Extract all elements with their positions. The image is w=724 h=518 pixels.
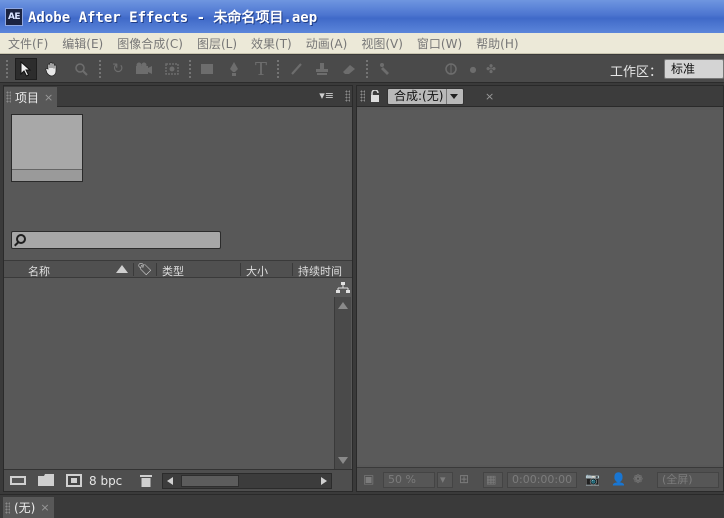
project-column-header: 名称 🏷 类型 大小 持续时间 <box>4 260 352 278</box>
project-horizontal-scrollbar[interactable] <box>162 473 332 489</box>
current-time-display[interactable]: 0:00:00:00 <box>507 472 577 488</box>
menu-view[interactable]: 视图(V) <box>353 35 409 52</box>
flowchart-icon[interactable] <box>335 282 351 296</box>
scrollbar-thumb[interactable] <box>181 475 239 487</box>
scroll-down-arrow-icon[interactable] <box>338 457 348 464</box>
column-type[interactable]: 类型 <box>162 263 184 279</box>
always-preview-icon[interactable]: ▣ <box>363 472 374 486</box>
menu-edit[interactable]: 编辑(E) <box>54 35 109 52</box>
column-size[interactable]: 大小 <box>246 263 268 279</box>
eraser-tool-icon[interactable] <box>338 58 360 80</box>
lock-icon[interactable] <box>370 89 380 105</box>
label-tag-icon[interactable]: 🏷 <box>137 262 152 276</box>
zoom-tool-icon[interactable] <box>70 58 92 80</box>
safe-zones-icon[interactable]: ⊞ <box>459 472 469 486</box>
pan-behind-tool-icon[interactable] <box>161 58 183 80</box>
panel-resize-grip[interactable] <box>345 90 350 102</box>
composition-select[interactable]: 合成:(无) <box>387 88 465 105</box>
resolution-select[interactable]: (全屏) <box>657 472 719 488</box>
puppet-tool-icon[interactable] <box>374 58 396 80</box>
menu-bar: 文件(F) 编辑(E) 图像合成(C) 图层(L) 效果(T) 动画(A) 视图… <box>0 33 724 54</box>
transparency-grid-icon[interactable]: ▦ <box>483 472 503 488</box>
thumbnail-footer <box>12 169 82 181</box>
new-folder-icon[interactable] <box>38 474 54 490</box>
window-title: Adobe After Effects - 未命名项目.aep <box>28 9 318 26</box>
selection-tool-icon[interactable] <box>15 58 37 80</box>
color-depth-toggle[interactable]: 8 bpc <box>89 474 122 488</box>
tab-project[interactable]: 项目 × <box>4 87 58 107</box>
scroll-up-arrow-icon[interactable] <box>338 302 348 309</box>
rotate-tool-icon[interactable]: ↻ <box>107 58 129 80</box>
panel-menu-icon[interactable]: ▾≡ <box>319 89 334 102</box>
view-axis-mode-icon[interactable]: ✤ <box>480 58 502 80</box>
composition-select-label: 合成:(无) <box>394 89 444 103</box>
column-separator[interactable] <box>292 263 293 276</box>
project-panel-footer: 8 bpc <box>4 469 352 491</box>
project-vertical-scrollbar[interactable] <box>334 297 351 469</box>
search-icon <box>16 234 26 244</box>
menu-layer[interactable]: 图层(L) <box>189 35 243 52</box>
menu-file[interactable]: 文件(F) <box>0 35 54 52</box>
tab-timeline[interactable]: (无) × <box>3 497 54 518</box>
project-panel: 项目 × ▾≡ 名称 🏷 类型 大小 持续时间 8 bpc <box>3 85 353 492</box>
snapshot-camera-icon[interactable]: 📷 <box>585 472 600 486</box>
chevron-down-icon[interactable]: ▾ <box>437 472 453 488</box>
project-thumbnail <box>11 114 83 182</box>
tab-grip[interactable] <box>6 91 11 103</box>
toolbar-grip[interactable] <box>188 59 192 79</box>
scroll-left-arrow-icon[interactable] <box>167 477 173 485</box>
title-bar: AE Adobe After Effects - 未命名项目.aep <box>0 0 724 33</box>
sort-ascending-icon[interactable] <box>116 265 128 273</box>
toolbar-grip[interactable] <box>98 59 102 79</box>
scroll-right-arrow-icon[interactable] <box>321 477 327 485</box>
workspace-label: 工作区： <box>609 65 662 80</box>
camera-tool-icon[interactable] <box>133 58 155 80</box>
toolbar-grip[interactable] <box>5 59 9 79</box>
composition-footer: ▣ 50 % ▾ ⊞ ▦ 0:00:00:00 📷 👤 ❁ (全屏) <box>357 467 723 491</box>
text-tool-icon[interactable]: T <box>250 58 272 80</box>
tools-toolbar: ↻ T ● ✤ 工作区： 标准 <box>0 55 724 83</box>
timeline-panel: (无) × <box>0 494 724 518</box>
tab-timeline-label: (无) <box>14 501 36 515</box>
trash-icon[interactable] <box>140 474 152 491</box>
toolbar-grip[interactable] <box>365 59 369 79</box>
project-search-input[interactable] <box>11 231 221 249</box>
new-composition-icon[interactable] <box>66 474 82 491</box>
menu-effect[interactable]: 效果(T) <box>243 35 298 52</box>
close-icon[interactable]: × <box>44 91 53 104</box>
menu-help[interactable]: 帮助(H) <box>468 35 524 52</box>
tab-project-label: 项目 <box>15 90 40 105</box>
column-separator[interactable] <box>156 263 157 276</box>
close-icon[interactable]: × <box>485 90 494 103</box>
close-icon[interactable]: × <box>40 501 49 514</box>
chevron-down-icon[interactable] <box>446 89 460 104</box>
composition-viewer[interactable] <box>357 110 723 465</box>
workspace-select[interactable]: 标准 <box>664 59 724 79</box>
composition-panel-header: 合成:(无) × <box>357 86 723 107</box>
show-snapshot-icon[interactable]: 👤 <box>611 472 626 486</box>
menu-composition[interactable]: 图像合成(C) <box>109 35 189 52</box>
hand-tool-icon[interactable] <box>41 58 63 80</box>
interpret-footage-icon[interactable] <box>10 474 26 490</box>
column-separator[interactable] <box>133 263 134 276</box>
tab-grip[interactable] <box>360 90 365 102</box>
local-axis-mode-icon[interactable] <box>440 58 462 80</box>
column-separator[interactable] <box>240 263 241 276</box>
toolbar-grip[interactable] <box>276 59 280 79</box>
column-duration[interactable]: 持续时间 <box>298 263 342 279</box>
channel-rgb-icon[interactable]: ❁ <box>633 472 643 486</box>
pen-tool-icon[interactable] <box>223 58 245 80</box>
after-effects-logo-icon: AE <box>5 7 23 26</box>
tab-grip[interactable] <box>5 502 10 514</box>
column-name[interactable]: 名称 <box>28 263 50 279</box>
composition-panel: 合成:(无) × ▣ 50 % ▾ ⊞ ▦ 0:00:00:00 📷 👤 ❁ (… <box>356 85 724 492</box>
rectangle-tool-icon[interactable] <box>196 58 218 80</box>
menu-animation[interactable]: 动画(A) <box>298 35 354 52</box>
brush-tool-icon[interactable] <box>285 58 307 80</box>
clone-stamp-tool-icon[interactable] <box>311 58 333 80</box>
project-panel-header: 项目 × ▾≡ <box>4 86 352 107</box>
menu-window[interactable]: 窗口(W) <box>409 35 468 52</box>
magnification-select[interactable]: 50 % <box>383 472 435 488</box>
